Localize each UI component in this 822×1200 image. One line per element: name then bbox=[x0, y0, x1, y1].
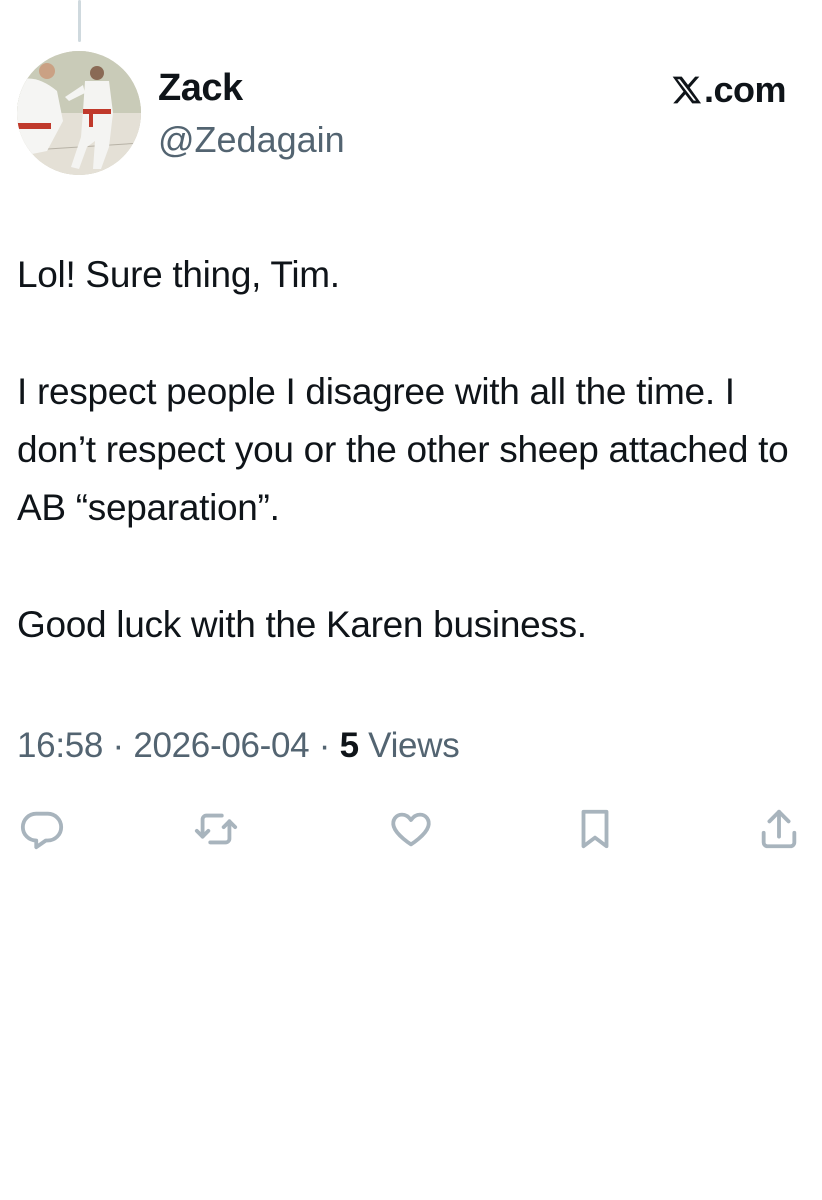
tweet-paragraph: I respect people I disagree with all the… bbox=[17, 371, 789, 528]
reply-button[interactable] bbox=[17, 804, 67, 854]
thread-connector-line bbox=[78, 0, 81, 42]
tweet-text: Lol! Sure thing, Tim. I respect people I… bbox=[17, 246, 807, 654]
share-button[interactable] bbox=[754, 804, 804, 854]
tweet-time[interactable]: 16:58 bbox=[17, 726, 103, 765]
brand-logo: .com bbox=[670, 68, 787, 112]
avatar-photo bbox=[17, 51, 141, 175]
meta-separator: · bbox=[309, 726, 340, 765]
like-button[interactable] bbox=[386, 804, 436, 854]
bookmark-icon bbox=[581, 809, 609, 849]
avatar[interactable] bbox=[17, 51, 141, 175]
brand-domain: .com bbox=[703, 69, 787, 110]
author-handle[interactable]: @Zedagain bbox=[158, 117, 345, 163]
repost-button[interactable] bbox=[191, 804, 241, 854]
repost-icon bbox=[194, 813, 238, 845]
tweet-paragraph: Lol! Sure thing, Tim. bbox=[17, 254, 340, 295]
tweet-meta: 16:58 · 2026-06-04 · 5 Views bbox=[17, 724, 460, 768]
bookmark-button[interactable] bbox=[570, 804, 620, 854]
action-bar bbox=[0, 804, 822, 854]
views-label: Views bbox=[358, 726, 460, 765]
views-count: 5 bbox=[339, 726, 359, 765]
share-icon bbox=[761, 809, 797, 849]
tweet-paragraph: Good luck with the Karen business. bbox=[17, 604, 587, 645]
x-logo-icon bbox=[672, 76, 702, 104]
heart-icon bbox=[391, 812, 431, 847]
tweet-date[interactable]: 2026-06-04 bbox=[133, 726, 309, 765]
meta-separator: · bbox=[103, 726, 134, 765]
reply-icon bbox=[20, 811, 64, 850]
author-display-name[interactable]: Zack bbox=[158, 64, 243, 112]
